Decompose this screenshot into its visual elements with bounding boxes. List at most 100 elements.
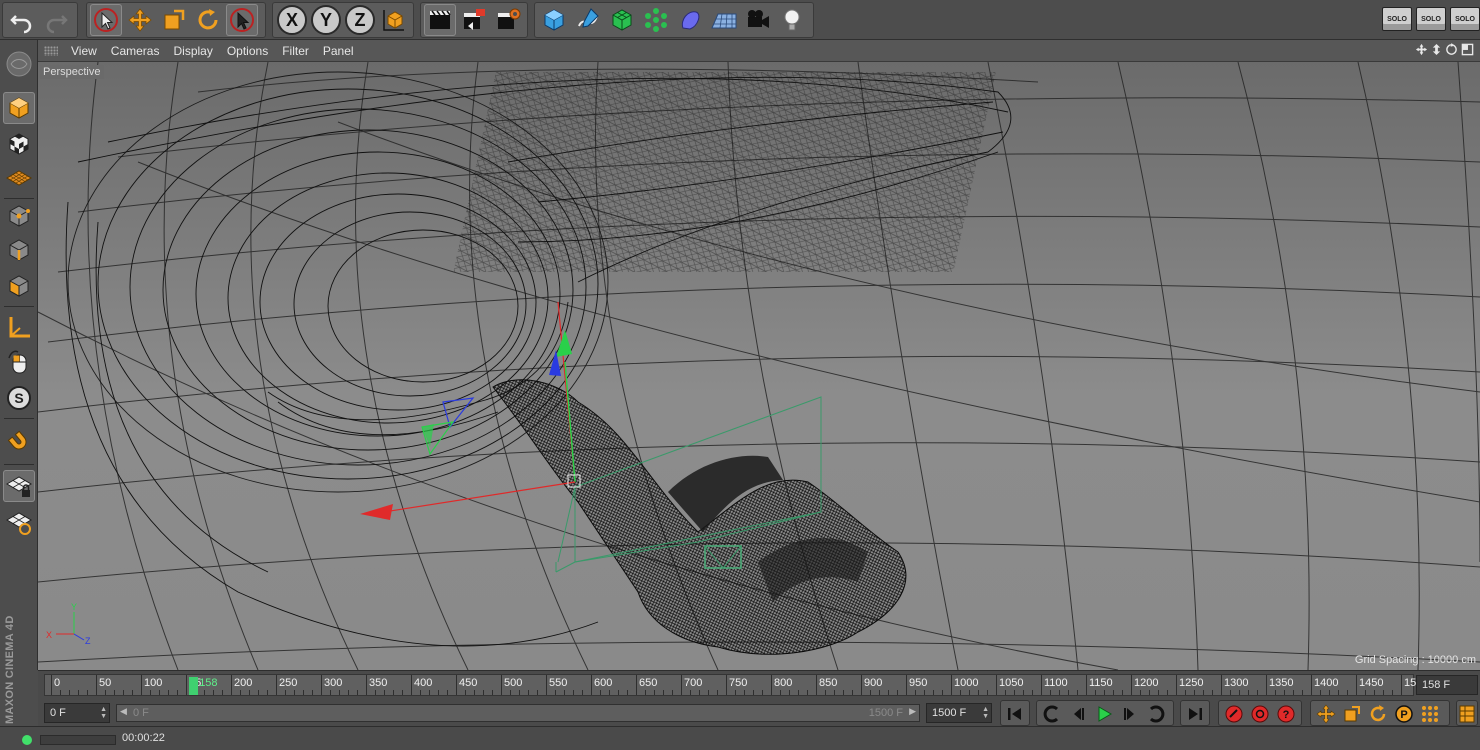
solo-single-icon[interactable]: SOLO (1416, 7, 1446, 31)
z-axis-icon[interactable]: Z (345, 5, 375, 35)
orbit-icon[interactable] (1445, 43, 1458, 56)
coordinate-system-icon[interactable] (378, 4, 410, 36)
redo-icon[interactable] (40, 4, 72, 36)
edges-mode-icon[interactable] (3, 234, 35, 266)
solo-hierarchy-icon[interactable]: SOLO (1450, 7, 1480, 31)
menu-view[interactable]: View (64, 44, 104, 58)
render-view-icon[interactable] (424, 4, 456, 36)
dolly-icon[interactable] (1431, 43, 1442, 56)
left-toolbar-divider (4, 198, 34, 199)
timeline-ruler[interactable]: 0501001520025030035040045050055060065070… (44, 674, 1422, 696)
keyframe-selection-icon[interactable]: ? (1273, 702, 1299, 726)
axis-mode-icon[interactable] (3, 312, 35, 344)
axis-lock-group: X Y Z (272, 2, 414, 38)
pan-icon[interactable] (1415, 43, 1428, 56)
ruler-minor-tick (1041, 675, 1042, 695)
snapping-icon[interactable] (3, 426, 35, 458)
undo-icon[interactable] (6, 4, 38, 36)
play-icon[interactable] (1091, 702, 1117, 726)
panel-grip-icon[interactable] (44, 45, 58, 56)
tweak-mode-icon[interactable] (3, 346, 35, 378)
ruler-minor-tick (294, 690, 295, 695)
move-icon[interactable] (124, 4, 156, 36)
key-scale-icon[interactable] (1339, 702, 1365, 726)
world-axis-y-label: Y (71, 602, 78, 612)
menu-display[interactable]: Display (166, 44, 219, 58)
ruler-minor-tick (483, 690, 484, 695)
current-frame-field[interactable]: 158 F (1416, 675, 1478, 695)
playhead[interactable] (189, 677, 199, 695)
maximize-icon[interactable] (1461, 43, 1474, 56)
scale-icon[interactable] (158, 4, 190, 36)
3d-viewport[interactable]: Perspective Y X Z Grid Spacing : 10000 c… (38, 62, 1480, 670)
autokey-icon[interactable] (1247, 702, 1273, 726)
subdivision-surface-icon[interactable] (606, 4, 638, 36)
menu-panel[interactable]: Panel (316, 44, 361, 58)
camera-label[interactable]: Perspective (40, 65, 105, 79)
cube-icon[interactable] (538, 4, 570, 36)
light-icon[interactable] (776, 4, 808, 36)
next-frame-icon[interactable] (1117, 702, 1143, 726)
spline-pen-icon[interactable] (572, 4, 604, 36)
live-selection-icon[interactable] (90, 4, 122, 36)
ruler-minor-tick (150, 690, 151, 695)
ruler-minor-tick (249, 690, 250, 695)
ruler-minor-tick (618, 690, 619, 695)
ruler-minor-tick (708, 690, 709, 695)
canyon-mesh-object[interactable] (492, 379, 907, 655)
texture-mode-icon[interactable] (3, 128, 35, 160)
ruler-minor-tick (87, 690, 88, 695)
solo-off-icon[interactable]: SOLO (1382, 7, 1412, 31)
next-key-icon[interactable] (1143, 702, 1169, 726)
end-frame-field[interactable]: 1500 F ▲ ▼ (926, 703, 992, 723)
go-to-start-icon[interactable] (1002, 702, 1028, 726)
camera-icon[interactable] (742, 4, 774, 36)
key-position-icon[interactable] (1313, 702, 1339, 726)
ruler-minor-tick (141, 675, 142, 695)
previous-key-icon[interactable] (1039, 702, 1065, 726)
ruler-minor-tick (177, 690, 178, 695)
rotate-icon[interactable] (192, 4, 224, 36)
points-mode-icon[interactable] (3, 200, 35, 232)
ruler-minor-tick (654, 690, 655, 695)
ruler-minor-tick (1320, 690, 1321, 695)
preview-range-slider[interactable]: ◀ 0 F 1500 F ▶ (116, 704, 920, 722)
render-picture-viewer-icon[interactable] (458, 4, 490, 36)
record-active-icon[interactable] (1221, 702, 1247, 726)
world-axis-z-label: Z (85, 636, 91, 646)
recent-tool-icon[interactable] (226, 4, 258, 36)
workplane-lock-icon[interactable] (3, 470, 35, 502)
floor-icon[interactable] (708, 4, 740, 36)
previous-frame-icon[interactable] (1065, 702, 1091, 726)
workplane-align-icon[interactable] (3, 506, 35, 538)
render-settings-icon[interactable] (492, 4, 524, 36)
deformer-icon[interactable] (674, 4, 706, 36)
polygons-mode-icon[interactable] (3, 270, 35, 302)
scene-render (38, 62, 1480, 670)
ruler-tick-label: 1000 (954, 677, 979, 689)
workplane-icon[interactable] (3, 162, 35, 194)
key-parameter-icon[interactable]: P (1391, 702, 1417, 726)
ruler-minor-tick (1329, 690, 1330, 695)
key-pla-icon[interactable] (1417, 702, 1443, 726)
playback-group (1036, 700, 1174, 726)
start-frame-field[interactable]: 0 F ▲ ▼ (44, 703, 110, 723)
ruler-minor-tick (384, 690, 385, 695)
x-axis-icon[interactable]: X (277, 5, 307, 35)
menu-cameras[interactable]: Cameras (104, 44, 167, 58)
timeline-layout-icon[interactable] (1455, 702, 1479, 726)
y-axis-handle[interactable] (556, 330, 572, 357)
menu-filter[interactable]: Filter (275, 44, 316, 58)
menu-options[interactable]: Options (220, 44, 275, 58)
ruler-minor-tick (51, 675, 52, 695)
ruler-minor-tick (528, 690, 529, 695)
go-to-end-icon[interactable] (1182, 702, 1208, 726)
y-axis-icon[interactable]: Y (311, 5, 341, 35)
logo-text: MAXON CINEMA 4D (4, 615, 16, 724)
x-axis-handle[interactable] (360, 504, 393, 520)
key-rotation-icon[interactable] (1365, 702, 1391, 726)
make-editable-icon[interactable] (3, 92, 35, 124)
array-icon[interactable] (640, 4, 672, 36)
solo-mode-icon[interactable]: S (3, 382, 35, 414)
ruler-minor-tick (1212, 690, 1213, 695)
